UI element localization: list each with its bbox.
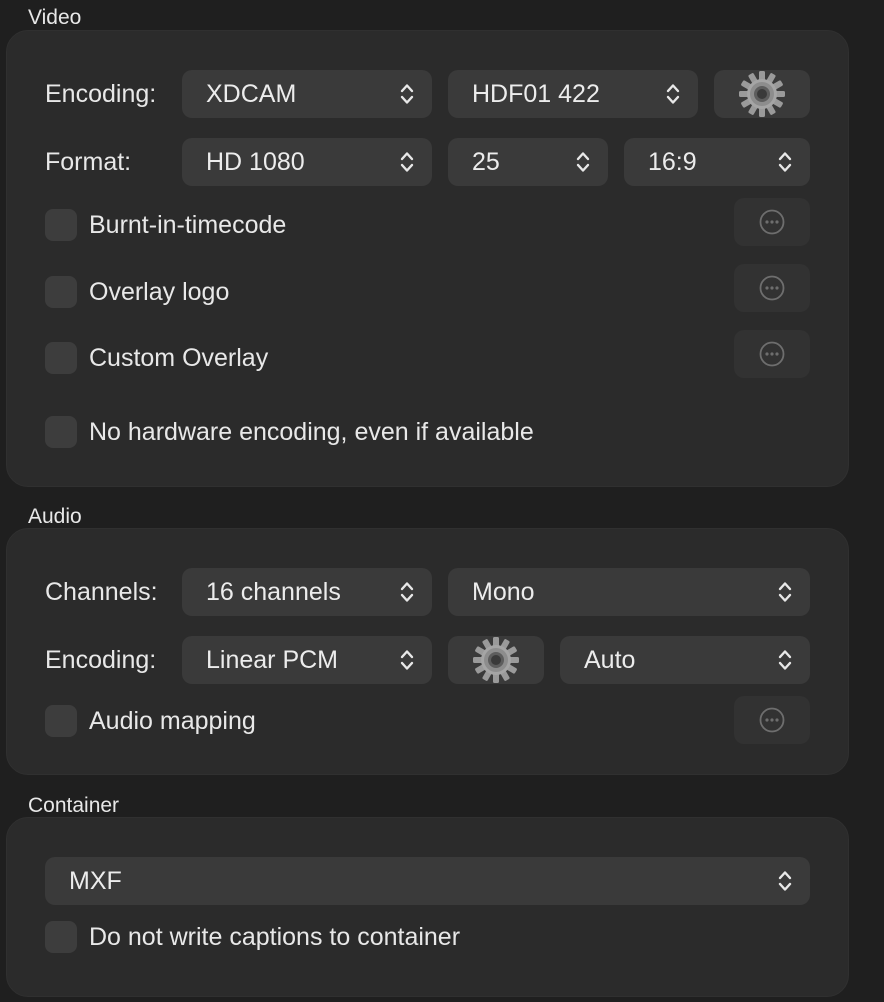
audio-encoder-settings-button[interactable] [448,636,544,684]
video-section-title: Video [28,6,82,29]
video-aspect-popup[interactable]: 16:9 [624,138,810,186]
overlay-logo-label: Overlay logo [89,277,230,306]
audio-channels-value: 16 channels [206,578,341,606]
burnt-in-timecode-label: Burnt-in-timecode [89,210,287,239]
chevron-up-down-icon [778,869,792,893]
video-framerate-popup[interactable]: 25 [448,138,608,186]
chevron-up-down-icon [400,648,414,672]
ellipsis-circle-icon [758,208,786,236]
audio-mapping-label: Audio mapping [89,706,256,735]
audio-channels-label: Channels: [45,578,158,606]
chevron-up-down-icon [400,150,414,174]
export-settings-panel: Video Encoding: XDCAM HDF01 422 Format: … [0,0,884,1002]
chevron-up-down-icon [778,648,792,672]
video-encoding-value: XDCAM [206,80,297,108]
audio-layout-popup[interactable]: Mono [448,568,810,616]
ellipsis-circle-icon [758,340,786,368]
checkbox-box[interactable] [45,416,77,448]
chevron-up-down-icon [400,82,414,106]
audio-channels-popup[interactable]: 16 channels [182,568,432,616]
custom-overlay-label: Custom Overlay [89,343,269,372]
video-framerate-value: 25 [472,148,500,176]
checkbox-box[interactable] [45,342,77,374]
checkbox-box[interactable] [45,276,77,308]
container-format-value: MXF [69,867,122,895]
ellipsis-circle-icon [758,274,786,302]
video-encoding-popup[interactable]: XDCAM [182,70,432,118]
chevron-up-down-icon [400,580,414,604]
audio-layout-value: Mono [472,578,535,606]
burnt-in-timecode-options-button[interactable] [734,198,810,246]
overlay-logo-options-button[interactable] [734,264,810,312]
audio-encoding-value: Linear PCM [206,646,338,674]
video-aspect-value: 16:9 [648,148,697,176]
custom-overlay-options-button[interactable] [734,330,810,378]
no-captions-label: Do not write captions to container [89,922,461,951]
container-format-popup[interactable]: MXF [45,857,810,905]
overlay-logo-checkbox[interactable]: Overlay logo [45,272,229,312]
audio-section-title: Audio [28,505,82,528]
video-format-value: HD 1080 [206,148,305,176]
video-format-label: Format: [45,148,132,176]
video-profile-value: HDF01 422 [472,80,600,108]
chevron-up-down-icon [778,150,792,174]
no-captions-checkbox[interactable]: Do not write captions to container [45,917,460,957]
ellipsis-circle-icon [758,706,786,734]
checkbox-box[interactable] [45,705,77,737]
audio-mapping-checkbox[interactable]: Audio mapping [45,701,256,741]
audio-rate-popup[interactable]: Auto [560,636,810,684]
video-encoding-label: Encoding: [45,80,157,108]
video-profile-popup[interactable]: HDF01 422 [448,70,698,118]
no-hardware-encoding-checkbox[interactable]: No hardware encoding, even if available [45,412,534,452]
checkbox-box[interactable] [45,921,77,953]
audio-mapping-options-button[interactable] [734,696,810,744]
gear-icon [738,70,786,118]
video-format-popup[interactable]: HD 1080 [182,138,432,186]
video-encoder-settings-button[interactable] [714,70,810,118]
checkbox-box[interactable] [45,209,77,241]
gear-icon [472,636,520,684]
audio-encoding-popup[interactable]: Linear PCM [182,636,432,684]
custom-overlay-checkbox[interactable]: Custom Overlay [45,338,268,378]
no-hardware-encoding-label: No hardware encoding, even if available [89,417,534,446]
audio-encoding-label: Encoding: [45,646,157,674]
chevron-up-down-icon [778,580,792,604]
container-section-title: Container [28,794,120,817]
container-panel [6,817,849,997]
audio-rate-value: Auto [584,646,636,674]
chevron-up-down-icon [576,150,590,174]
burnt-in-timecode-checkbox[interactable]: Burnt-in-timecode [45,205,286,245]
chevron-up-down-icon [666,82,680,106]
